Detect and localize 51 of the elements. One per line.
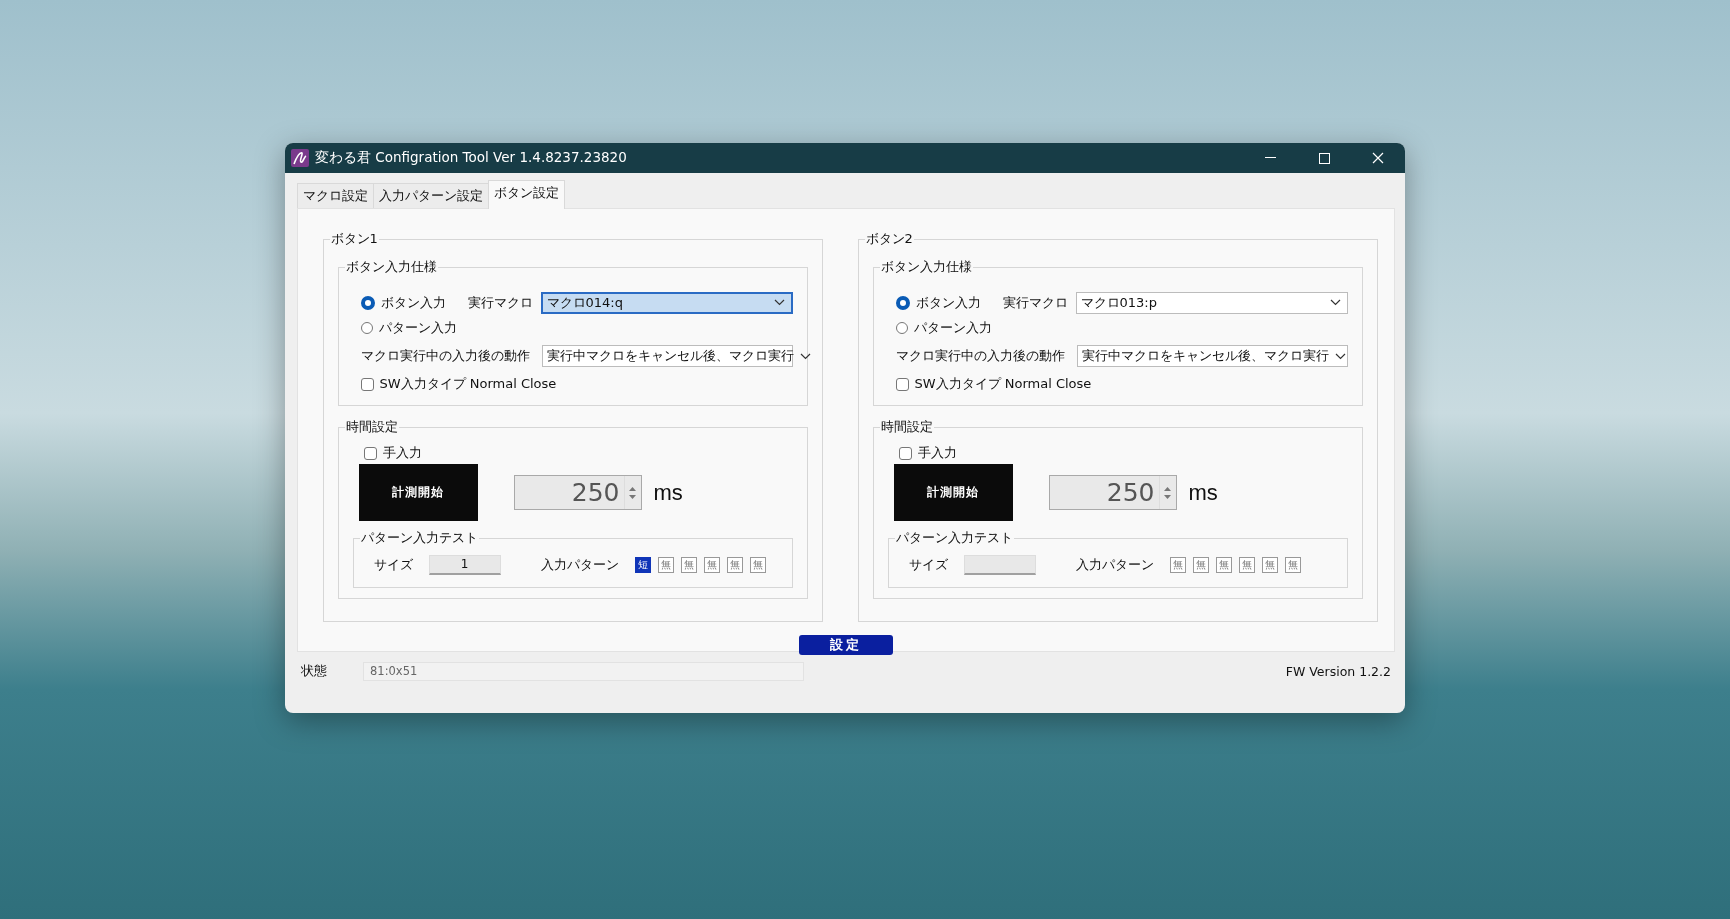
field-label: マクロ実行中の入力後の動作 <box>894 347 1065 365</box>
pattern-cell: 無 <box>703 557 720 573</box>
pattern-cell: 無 <box>1238 557 1255 573</box>
size-field: 1 <box>428 555 501 575</box>
status-field: 81:0x51 <box>363 661 804 681</box>
field-label: マクロ実行中の入力後の動作 <box>359 347 530 365</box>
firmware-version: FW Version 1.2.2 <box>1285 663 1391 679</box>
pattern-cell: 無 <box>1215 557 1232 573</box>
dropdown[interactable]: マクロ014:q <box>540 291 793 314</box>
radio-label: ボタン入力 <box>915 293 981 312</box>
measure-button[interactable]: 計測開始 <box>893 464 1013 521</box>
field-label: 実行マクロ <box>1002 293 1068 312</box>
radio-label: パターン入力 <box>378 319 457 337</box>
group-title: パターン入力テスト <box>894 529 1014 547</box>
group-title: ボタン入力仕様 <box>879 258 973 276</box>
window-title: 変わる君 Configration Tool Ver 1.4.8237.23820 <box>315 149 628 167</box>
unit-label: ms <box>1188 479 1218 506</box>
field-label: サイズ <box>373 556 413 574</box>
pattern-cell: 無 <box>1284 557 1301 573</box>
field-label: 入力パターン <box>1075 556 1154 574</box>
group-title: パターン入力テスト <box>359 529 479 547</box>
radio-label: パターン入力 <box>913 319 992 337</box>
field-label: サイズ <box>908 556 948 574</box>
pattern-cell: 無 <box>726 557 743 573</box>
unit-label: ms <box>653 479 683 506</box>
field-label: 入力パターン <box>540 556 619 574</box>
pattern-cell: 無 <box>749 557 766 573</box>
pattern-cell: 無 <box>680 557 697 573</box>
group-title: ボタン2 <box>864 230 914 248</box>
group-title: ボタン1 <box>329 230 379 248</box>
checkbox-label: 手入力 <box>382 444 422 462</box>
checkbox-label: 手入力 <box>917 444 957 462</box>
pattern-cell: 無 <box>1261 557 1278 573</box>
group-title: 時間設定 <box>344 418 399 436</box>
dropdown[interactable]: 実行中マクロをキャンセル後、マクロ実行 <box>1076 345 1348 367</box>
pattern-cell: 無 <box>1192 557 1209 573</box>
tab[interactable]: ボタン設定 <box>488 180 565 209</box>
tab[interactable]: マクロ設定 <box>297 183 374 208</box>
apply-button[interactable]: 設定 <box>799 635 893 655</box>
checkbox-label: SW入力タイプ Normal Close <box>379 375 557 393</box>
pattern-cell: 無 <box>1169 557 1186 573</box>
pattern-cell: 短 <box>634 557 651 573</box>
pattern-cell: 無 <box>657 557 674 573</box>
group-title: 時間設定 <box>879 418 934 436</box>
group-title: ボタン入力仕様 <box>344 258 438 276</box>
measure-button[interactable]: 計測開始 <box>358 464 478 521</box>
dropdown[interactable]: マクロ013:p <box>1075 291 1348 314</box>
radio-label: ボタン入力 <box>380 293 446 312</box>
field-label: 実行マクロ <box>467 293 533 312</box>
checkbox-label: SW入力タイプ Normal Close <box>914 375 1092 393</box>
status-label: 状態 <box>301 662 327 680</box>
